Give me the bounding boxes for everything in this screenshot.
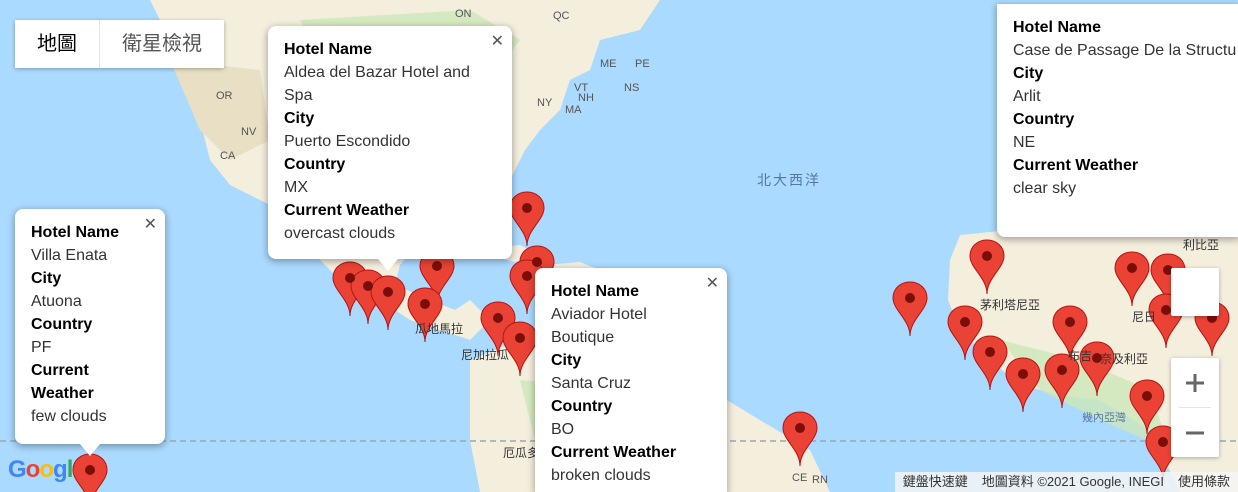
ocean-label: 北大西洋: [757, 172, 821, 188]
country-value: NE: [1013, 134, 1036, 151]
google-logo[interactable]: Google: [8, 456, 86, 484]
label-nicaragua: 尼加拉瓜: [461, 348, 510, 362]
weather-label: Current Weather: [284, 202, 410, 219]
city-value: Santa Cruz: [551, 375, 632, 392]
city-label: City: [284, 110, 315, 127]
hotel-name-value: Villa Enata: [31, 247, 108, 264]
label-nigeria: 奈及利亞: [1100, 352, 1149, 366]
label-burkina: 布吉: [1068, 349, 1093, 363]
weather-value: few clouds: [31, 408, 107, 425]
label-or: OR: [216, 90, 233, 102]
hotel-name-label: Hotel Name: [1013, 19, 1102, 36]
label-qc: QC: [553, 10, 570, 22]
info-window-tail: [80, 444, 100, 456]
map-type-satellite-button[interactable]: 衛星檢視: [99, 20, 224, 68]
city-label: City: [551, 352, 582, 369]
weather-value: overcast clouds: [284, 225, 396, 242]
minus-icon: [1186, 431, 1204, 434]
info-window-atuona: ✕ Hotel Name Villa Enata City Atuona Cou…: [15, 209, 165, 456]
label-libya: 利比亞: [1183, 238, 1220, 252]
label-ny: NY: [537, 97, 553, 109]
label-ca: CA: [220, 150, 236, 162]
hotel-name-value: Aviador Hotel Boutique: [551, 306, 647, 346]
close-icon[interactable]: ✕: [491, 30, 504, 53]
attribution-bar: 鍵盤快速鍵 地圖資料 ©2021 Google, INEGI 使用條款: [894, 472, 1238, 492]
info-window-tail: [378, 259, 398, 271]
hotel-name-value: Case de Passage De la Structu: [1013, 42, 1237, 59]
info-window-puerto-escondido: ✕ Hotel Name Aldea del Bazar Hotel and S…: [268, 26, 512, 271]
close-icon[interactable]: ✕: [144, 213, 157, 236]
weather-value: clear sky: [1013, 180, 1077, 197]
weather-value: broken clouds: [551, 467, 651, 484]
zoom-out-button[interactable]: [1171, 408, 1219, 457]
weather-label: Current Weather: [1013, 157, 1139, 174]
country-value: PF: [31, 339, 52, 356]
city-label: City: [1013, 65, 1044, 82]
zoom-control: [1171, 358, 1219, 457]
label-ns: NS: [624, 82, 640, 94]
city-value: Atuona: [31, 293, 82, 310]
country-value: BO: [551, 421, 575, 438]
weather-label: Current Weather: [551, 444, 677, 461]
city-value: Puerto Escondido: [284, 133, 411, 150]
label-me: ME: [600, 58, 617, 70]
hotel-name-label: Hotel Name: [284, 41, 373, 58]
label-ecuador: 厄瓜多: [503, 446, 540, 460]
map-type-control: 地圖 衛星檢視: [15, 20, 224, 68]
label-pe: PE: [635, 58, 650, 70]
label-guinea-gulf: 幾內亞灣: [1082, 412, 1126, 424]
street-view-button[interactable]: [1171, 268, 1219, 316]
city-value: Arlit: [1013, 88, 1041, 105]
close-icon[interactable]: ✕: [706, 272, 719, 295]
country-label: Country: [551, 398, 613, 415]
city-label: City: [31, 270, 62, 287]
country-label: Country: [31, 316, 93, 333]
plus-icon: [1186, 373, 1204, 392]
zoom-in-button[interactable]: [1171, 358, 1219, 407]
label-rn: RN: [812, 474, 828, 486]
country-label: Country: [284, 156, 346, 173]
info-window-santa-cruz: ✕ Hotel Name Aviador Hotel Boutique City…: [535, 268, 727, 492]
label-niger: 尼日: [1132, 310, 1157, 324]
keyboard-shortcuts-link[interactable]: 鍵盤快速鍵: [903, 472, 968, 492]
hotel-name-value: Aldea del Bazar Hotel and Spa: [284, 64, 470, 104]
label-nh: NH: [578, 92, 594, 104]
map-canvas[interactable]: ON QC ME VT NH MA NY PE NS OR NV CA 北大西洋…: [0, 0, 1238, 492]
label-ma: MA: [565, 104, 582, 116]
label-on: ON: [455, 8, 472, 20]
label-mauritania: 茅利塔尼亞: [980, 298, 1041, 312]
info-window-arlit: Hotel Name Case de Passage De la Structu…: [997, 4, 1238, 237]
hotel-name-label: Hotel Name: [31, 224, 120, 241]
country-label: Country: [1013, 111, 1075, 128]
label-guatemala: 瓜地馬拉: [415, 322, 464, 336]
country-value: MX: [284, 179, 308, 196]
map-data-text: 地圖資料 ©2021 Google, INEGI: [981, 474, 1164, 489]
label-nv: NV: [241, 126, 257, 138]
terms-link[interactable]: 使用條款: [1178, 472, 1230, 492]
map-type-map-button[interactable]: 地圖: [15, 20, 99, 68]
hotel-name-label: Hotel Name: [551, 283, 640, 300]
label-ce: CE: [792, 472, 808, 484]
weather-label: Current Weather: [31, 362, 94, 402]
